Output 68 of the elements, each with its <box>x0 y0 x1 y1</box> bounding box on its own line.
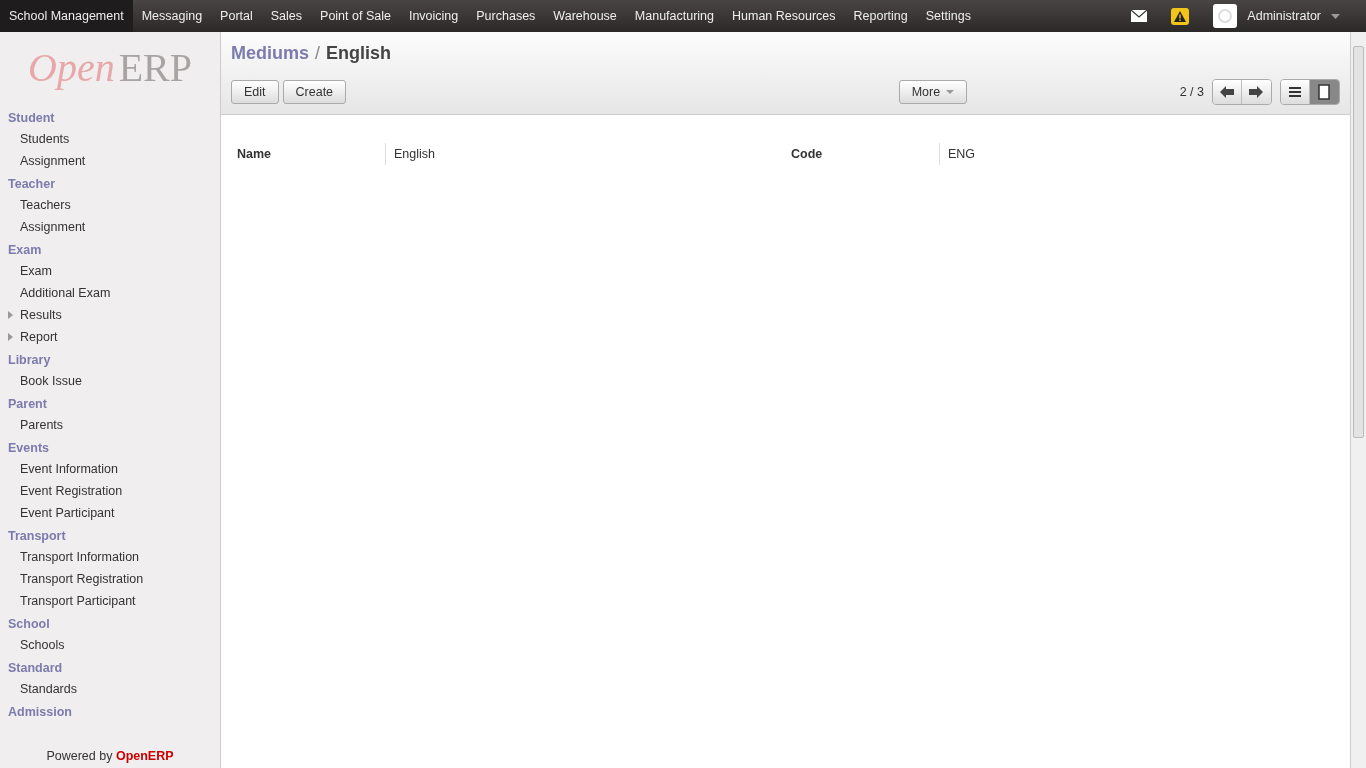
field-label: Code <box>791 147 824 161</box>
logo: OpenERP <box>27 43 193 92</box>
sidebar-item[interactable]: Assignment <box>20 220 86 234</box>
sidebar-item[interactable]: Exam <box>20 264 52 278</box>
top-menu-item[interactable]: Messaging <box>132 0 212 32</box>
top-menu-item[interactable]: Portal <box>211 0 262 32</box>
top-menu-item[interactable]: School Management <box>0 0 133 32</box>
sidebar-item[interactable]: Report <box>20 330 58 344</box>
sidebar-section-title: Transport <box>8 528 67 545</box>
sidebar-section-title: Library <box>8 352 52 369</box>
right-arrow-icon <box>1249 86 1264 98</box>
caret-icon <box>946 90 955 94</box>
next-button[interactable] <box>1242 80 1271 104</box>
form-view-button[interactable] <box>1310 80 1339 104</box>
top-menu-item[interactable]: Settings <box>916 0 980 32</box>
top-menu-item[interactable]: Warehouse <box>544 0 626 32</box>
sidebar-section-title: School <box>8 616 51 633</box>
list-view-button[interactable] <box>1281 80 1310 104</box>
pager-count: 2 / 3 <box>1179 85 1204 99</box>
envelope-icon[interactable] <box>1131 10 1148 22</box>
top-menu-item[interactable]: Invoicing <box>399 0 468 32</box>
sidebar-section-title: Parent <box>8 396 48 413</box>
top-menu-item[interactable]: Sales <box>261 0 312 32</box>
sidebar-item[interactable]: Additional Exam <box>20 286 111 300</box>
toolbar-button[interactable]: Create <box>282 80 347 104</box>
page-icon <box>1318 84 1331 100</box>
more-dropdown[interactable]: More <box>898 80 968 104</box>
sidebar-section-title: Exam <box>8 242 43 259</box>
avatar-icon <box>1213 4 1238 28</box>
sidebar-item[interactable]: Students <box>20 132 70 146</box>
sidebar-item[interactable]: Event Information <box>20 462 118 476</box>
warning-icon[interactable] <box>1171 7 1190 25</box>
sidebar-section-title: Standard <box>8 660 64 677</box>
top-menu-item[interactable]: Point of Sale <box>311 0 400 32</box>
caret-icon <box>1331 13 1340 19</box>
breadcrumb-link[interactable]: Mediums <box>231 43 309 63</box>
top-menu-item[interactable]: Reporting <box>844 0 917 32</box>
user-menu[interactable]: Administrator <box>1247 9 1321 23</box>
record-title: English <box>326 43 392 63</box>
sidebar-item[interactable]: Results <box>20 308 62 322</box>
toolbar-button[interactable]: Edit <box>231 80 279 104</box>
sidebar-section-title: Student <box>8 110 56 127</box>
field-value: ENG <box>939 143 1139 165</box>
previous-button[interactable] <box>1213 80 1242 104</box>
sidebar-section-title: Teacher <box>8 176 56 193</box>
top-menu-item[interactable]: Human Resources <box>723 0 845 32</box>
sidebar-item[interactable]: Schools <box>20 638 65 652</box>
top-menu-item[interactable]: Purchases <box>467 0 545 32</box>
sidebar-item[interactable]: Event Participant <box>20 506 115 520</box>
scrollbar[interactable] <box>1350 32 1366 768</box>
list-icon <box>1289 87 1301 97</box>
breadcrumb-separator: / <box>315 43 321 63</box>
sidebar-item[interactable]: Transport Registration <box>20 572 144 586</box>
sidebar-item[interactable]: Book Issue <box>20 374 82 388</box>
sidebar-item[interactable]: Teachers <box>20 198 71 212</box>
sidebar-item[interactable]: Standards <box>20 682 77 696</box>
sidebar-item[interactable]: Assignment <box>20 154 86 168</box>
sidebar-section-title: Admission <box>8 704 73 721</box>
sidebar-item[interactable]: Parents <box>20 418 64 432</box>
sidebar-item[interactable]: Transport Information <box>20 550 140 564</box>
left-arrow-icon <box>1220 86 1234 98</box>
powered-by-text: Powered by OpenERP <box>45 748 175 765</box>
sidebar-item[interactable]: Event Registration <box>20 484 123 498</box>
top-menu-item[interactable]: Manufacturing <box>625 0 724 32</box>
field-label: Name <box>237 147 273 161</box>
field-value: English <box>385 143 791 165</box>
sidebar-item[interactable]: Transport Participant <box>20 594 136 608</box>
sidebar-section-title: Events <box>8 440 50 457</box>
